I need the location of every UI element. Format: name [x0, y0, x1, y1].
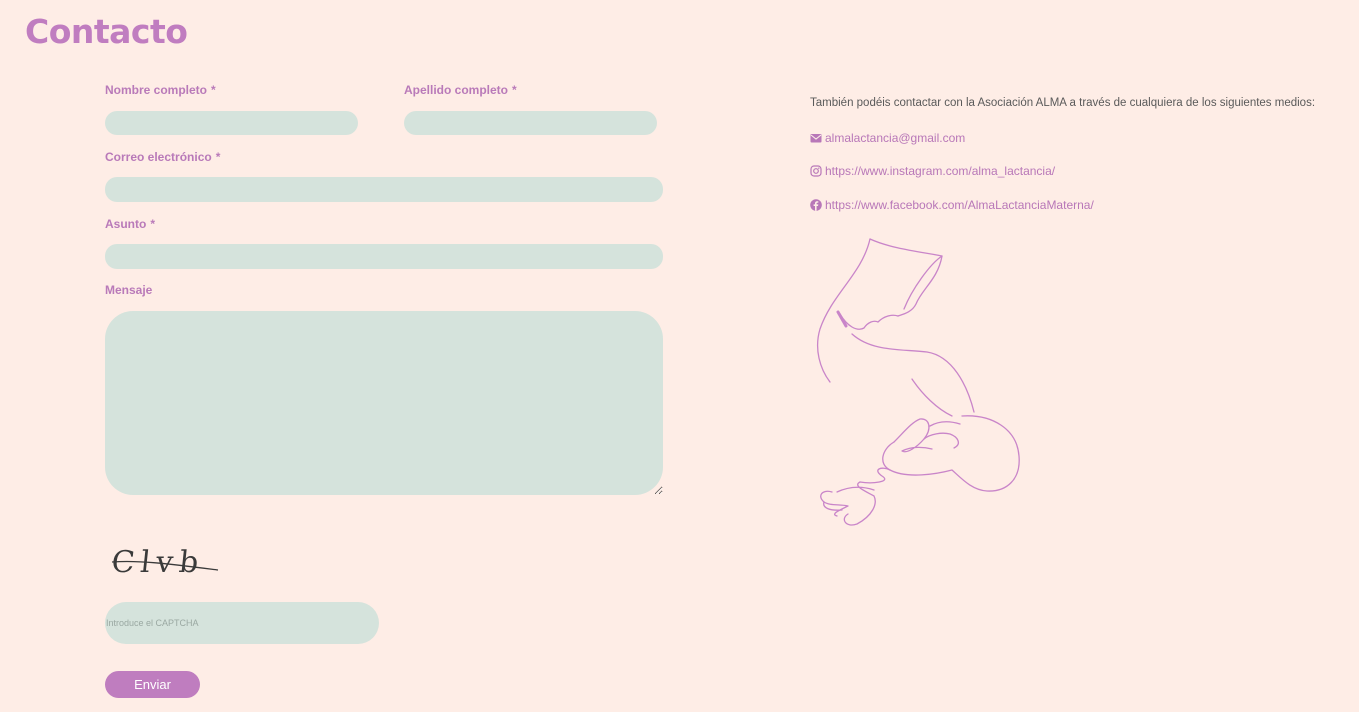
captcha-image: Clvb: [110, 545, 219, 580]
facebook-link[interactable]: https://www.facebook.com/AlmaLactanciaMa…: [810, 198, 1094, 212]
required-mark: *: [215, 150, 221, 164]
facebook-icon: [810, 199, 822, 211]
last-name-input[interactable]: [404, 111, 657, 135]
facebook-link-text: https://www.facebook.com/AlmaLactanciaMa…: [825, 198, 1094, 212]
subject-input[interactable]: [105, 244, 663, 269]
required-mark: *: [150, 217, 155, 231]
email-input[interactable]: [105, 177, 663, 202]
first-name-label-text: Nombre completo: [105, 83, 208, 97]
required-mark: *: [512, 83, 517, 97]
envelope-icon: [810, 132, 822, 144]
contact-intro: También podéis contactar con la Asociaci…: [810, 97, 1316, 109]
last-name-label: Apellido completo *: [404, 83, 517, 97]
message-label-text: Mensaje: [105, 283, 153, 297]
subject-label: Asunto *: [105, 217, 155, 231]
subject-label-text: Asunto: [105, 217, 147, 231]
submit-button[interactable]: Enviar: [105, 671, 200, 698]
page-title: Contacto: [25, 12, 188, 51]
instagram-icon: [810, 165, 822, 177]
first-name-label: Nombre completo *: [105, 83, 216, 97]
instagram-link-text: https://www.instagram.com/alma_lactancia…: [825, 164, 1056, 178]
required-mark: *: [211, 83, 216, 97]
breastfeeding-illustration: [816, 238, 1020, 526]
captcha-input[interactable]: [105, 602, 379, 644]
email-label-text: Correo electrónico: [105, 150, 212, 164]
last-name-label-text: Apellido completo: [404, 83, 509, 97]
email-link[interactable]: almalactancia@gmail.com: [810, 131, 965, 145]
instagram-link[interactable]: https://www.instagram.com/alma_lactancia…: [810, 164, 1055, 178]
first-name-input[interactable]: [105, 111, 358, 135]
message-textarea[interactable]: [105, 311, 663, 495]
email-link-text: almalactancia@gmail.com: [825, 131, 966, 145]
email-label: Correo electrónico *: [105, 150, 220, 164]
message-label: Mensaje: [105, 283, 152, 297]
